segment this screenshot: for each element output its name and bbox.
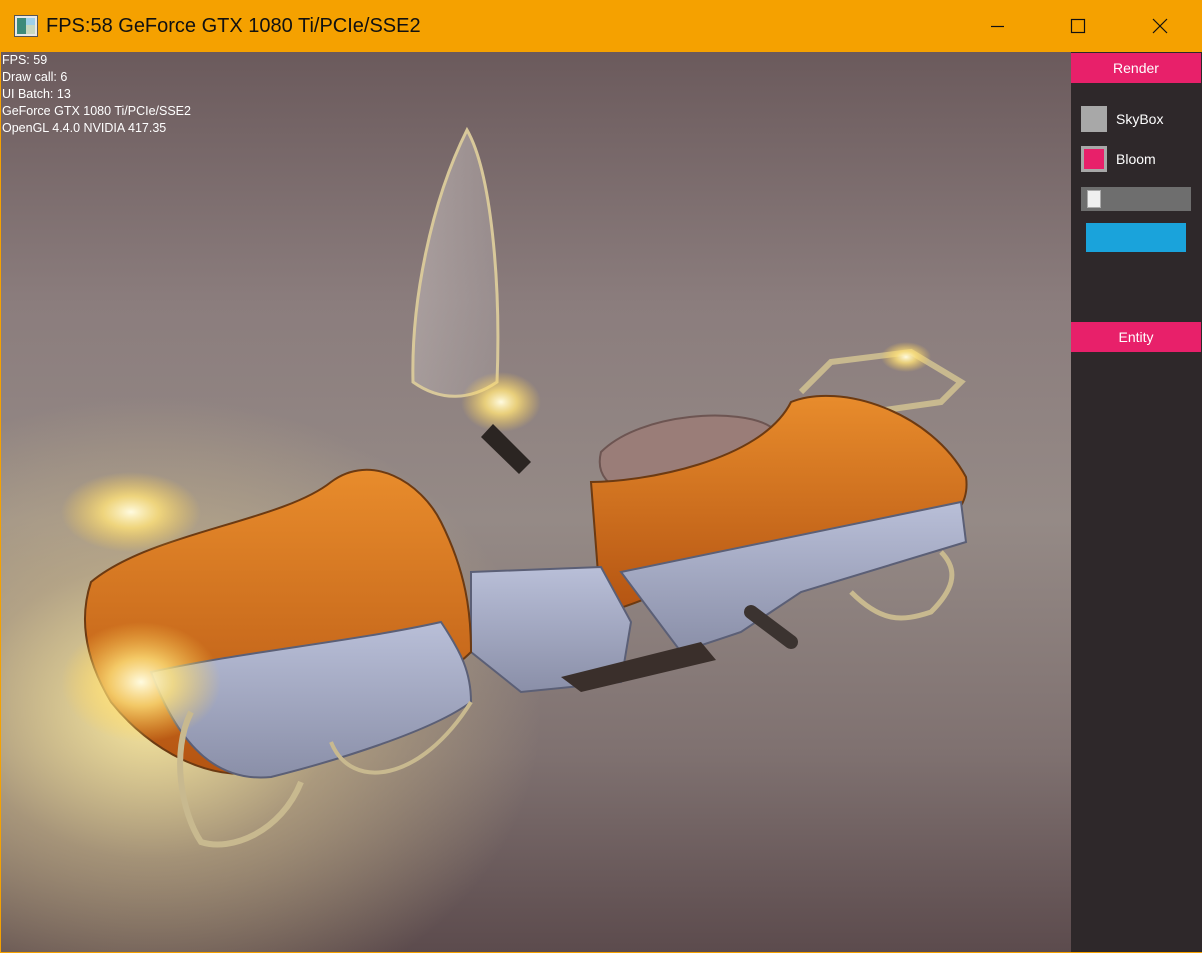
slider-handle[interactable] [1087,190,1101,208]
skybox-checkbox[interactable] [1081,106,1107,132]
scooter-model [61,126,968,848]
stats-fps: FPS: 59 [2,53,48,67]
entity-section-header[interactable]: Entity [1071,322,1201,352]
bloom-slider[interactable] [1081,187,1191,211]
maximize-button[interactable] [1038,0,1118,52]
stats-gpu: GeForce GTX 1080 Ti/PCIe/SSE2 [2,104,191,118]
minimize-icon [991,25,1004,28]
close-button[interactable] [1120,0,1200,52]
skybox-toggle[interactable]: SkyBox [1081,106,1196,132]
title-bar[interactable]: FPS:58 GeForce GTX 1080 Ti/PCIe/SSE2 [0,0,1202,52]
settings-panel: Render SkyBox Bloom Entity [1071,52,1202,952]
render-section-header[interactable]: Render [1071,53,1201,83]
bloom-checkbox[interactable] [1081,146,1107,172]
maximize-icon [1070,18,1086,34]
bloom-label: Bloom [1116,151,1156,167]
bloom-toggle[interactable]: Bloom [1081,146,1196,172]
window-title: FPS:58 GeForce GTX 1080 Ti/PCIe/SSE2 [46,15,421,37]
skybox-label: SkyBox [1116,111,1164,127]
stats-draw-call: Draw call: 6 [2,70,68,84]
stats-opengl: OpenGL 4.4.0 NVIDIA 417.35 [2,121,167,135]
debug-stats: FPS: 59 Draw call: 6 UI Batch: 13 GeForc… [2,52,191,137]
app-window-icon [14,15,38,37]
minimize-button[interactable] [958,0,1038,52]
render-viewport[interactable]: FPS: 59 Draw call: 6 UI Batch: 13 GeForc… [1,52,1071,952]
stats-ui-batch: UI Batch: 13 [2,87,71,101]
color-swatch-button[interactable] [1086,223,1186,252]
close-icon [1152,18,1168,34]
